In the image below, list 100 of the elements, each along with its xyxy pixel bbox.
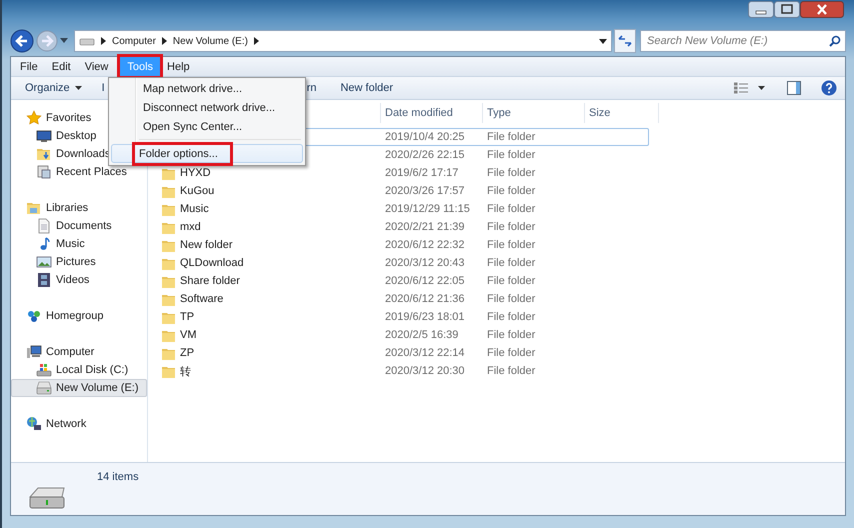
caret-icon <box>74 86 82 90</box>
breadcrumb[interactable]: New Volume (E:) <box>172 36 248 46</box>
file-row[interactable]: Software 2020/6/12 21:36 File folder <box>148 290 649 308</box>
file-name: Share folder <box>180 275 240 287</box>
hard-drive-icon <box>27 485 67 511</box>
file-row[interactable]: QLDownload 2020/3/12 20:43 File folder <box>148 254 649 272</box>
sidebar-item[interactable]: Network <box>11 415 147 433</box>
file-type: File folder <box>487 203 536 215</box>
search-icon[interactable] <box>829 35 841 47</box>
sidebar-item[interactable]: Computer <box>11 343 147 361</box>
file-type: File folder <box>487 167 536 179</box>
date-modified: 2020/6/12 21:36 <box>385 293 465 305</box>
toolbar-button[interactable]: New folder <box>340 82 394 94</box>
menu-item[interactable]: View <box>78 57 116 76</box>
sidebar-item[interactable]: Libraries <box>11 199 147 217</box>
chevron-icon[interactable] <box>254 37 259 45</box>
date-modified: 2020/2/26 22:15 <box>385 149 465 161</box>
file-type: File folder <box>487 221 536 233</box>
sidebar-item[interactable]: Local Disk (C:) <box>11 361 147 379</box>
chevron-icon <box>101 37 106 45</box>
file-row[interactable]: ZP 2020/3/12 22:14 File folder <box>148 344 649 362</box>
address-bar[interactable]: Computer New Volume (E:) <box>74 30 612 52</box>
breadcrumb[interactable]: Computer <box>112 36 156 46</box>
library-icon <box>26 200 42 216</box>
file-row[interactable]: HYXD 2019/6/2 17:17 File folder <box>148 164 649 182</box>
toolbar-button[interactable]: rn <box>306 82 316 94</box>
file-row[interactable]: KuGou 2020/3/26 17:57 File folder <box>148 182 649 200</box>
file-row[interactable]: TP 2019/6/23 18:01 File folder <box>148 308 649 326</box>
column-header[interactable]: Date modified <box>381 103 483 123</box>
sidebar-item[interactable]: Recent Places <box>11 163 147 181</box>
file-name: TP <box>180 311 194 323</box>
back-icon[interactable] <box>10 29 34 53</box>
refresh-icon[interactable] <box>614 29 636 53</box>
sidebar-item[interactable]: New Volume (E:) <box>11 379 147 397</box>
file-row[interactable]: New folder 2020/6/12 22:32 File folder <box>148 236 649 254</box>
network-icon <box>26 416 42 432</box>
date-modified: 2020/3/26 17:57 <box>385 185 465 197</box>
disk-drive-icon <box>36 380 52 396</box>
file-type: File folder <box>487 365 536 377</box>
monitor-icon <box>36 128 52 144</box>
date-modified: 2020/6/12 22:32 <box>385 239 465 251</box>
file-name: VM <box>180 329 196 341</box>
menu-item[interactable]: File <box>13 57 45 76</box>
file-name: KuGou <box>180 185 214 197</box>
file-name: HYXD <box>180 167 211 179</box>
file-name: mxd <box>180 221 201 233</box>
date-modified: 2019/6/23 18:01 <box>385 311 465 323</box>
file-row[interactable]: mxd 2020/2/21 21:39 File folder <box>148 218 649 236</box>
date-modified: 2020/3/12 20:43 <box>385 257 465 269</box>
search-field[interactable]: Search New Volume (E:) <box>640 30 846 52</box>
date-modified: 2019/6/2 17:17 <box>385 167 458 179</box>
toolbar-button[interactable]: Organize <box>25 82 82 94</box>
menu-option[interactable]: Map network drive... <box>111 79 303 98</box>
column-header[interactable]: Size <box>585 103 659 123</box>
maximize-icon[interactable] <box>774 1 800 18</box>
menu-item[interactable]: Edit <box>44 57 78 76</box>
caret-icon[interactable] <box>758 86 765 90</box>
chevron-icon <box>162 37 167 45</box>
star-icon <box>26 110 42 126</box>
close-icon[interactable] <box>800 1 844 18</box>
view-options-icon[interactable] <box>734 82 748 94</box>
disk-drive-icon <box>36 362 52 378</box>
column-header[interactable]: Type <box>483 103 585 123</box>
file-type: File folder <box>487 329 536 341</box>
file-name: Music <box>180 203 209 215</box>
sidebar-item[interactable]: Videos <box>11 271 147 289</box>
sidebar-item[interactable]: Pictures <box>11 253 147 271</box>
file-type: File folder <box>487 185 536 197</box>
menu-option[interactable]: Folder options... <box>111 144 303 163</box>
caret-icon[interactable] <box>599 38 607 44</box>
status-text: 14 items <box>97 471 139 483</box>
recent-places-icon <box>36 164 52 180</box>
file-type: File folder <box>487 275 536 287</box>
menu-option[interactable]: Disconnect network drive... <box>111 98 303 117</box>
sidebar-item[interactable]: Music <box>11 235 147 253</box>
file-name: 转 <box>180 364 191 378</box>
toolbar-button[interactable]: I <box>102 82 105 94</box>
date-modified: 2020/6/12 22:05 <box>385 275 465 287</box>
file-type: File folder <box>487 347 536 359</box>
sidebar-item[interactable]: Documents <box>11 217 147 235</box>
film-icon <box>36 272 52 288</box>
menu-item[interactable]: Help <box>160 57 197 76</box>
computer-icon <box>26 344 42 360</box>
date-modified: 2019/12/29 11:15 <box>385 203 470 215</box>
file-name: Software <box>180 293 224 305</box>
document-icon <box>36 218 52 234</box>
sidebar-item[interactable]: Homegroup <box>11 307 147 325</box>
homegroup-icon <box>26 308 42 324</box>
file-row[interactable]: Music 2019/12/29 11:15 File folder <box>148 200 649 218</box>
file-row[interactable]: Share folder 2020/6/12 22:05 File folder <box>148 272 649 290</box>
minimize-icon[interactable] <box>748 1 774 18</box>
help-icon[interactable] <box>821 80 837 96</box>
date-modified: 2019/10/4 20:25 <box>385 131 465 143</box>
date-modified: 2020/2/21 21:39 <box>385 221 465 233</box>
file-row[interactable]: 转 2020/3/12 20:30 File folder <box>148 362 649 380</box>
file-row[interactable]: VM 2020/2/5 16:39 File folder <box>148 326 649 344</box>
file-name: ZP <box>180 347 194 359</box>
file-name: QLDownload <box>180 257 244 269</box>
file-name: New folder <box>180 239 233 251</box>
preview-pane-icon[interactable] <box>787 81 801 95</box>
